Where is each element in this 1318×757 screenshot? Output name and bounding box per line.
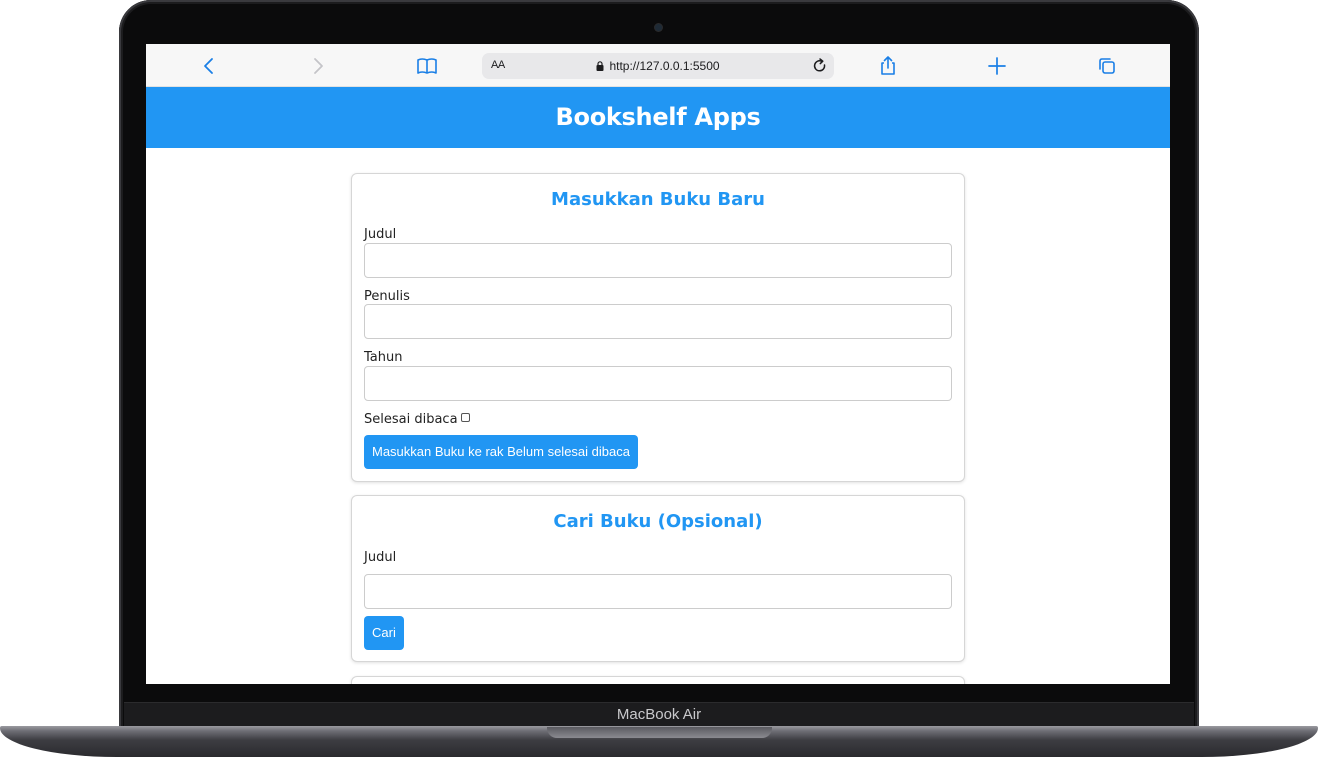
author-label: Penulis bbox=[364, 289, 410, 304]
address-bar[interactable]: AA http://127.0.0.1:5500 bbox=[482, 53, 834, 79]
device-label: MacBook Air bbox=[616, 706, 702, 723]
bookmarks-icon[interactable] bbox=[415, 54, 439, 78]
add-book-heading: Masukkan Buku Baru bbox=[551, 189, 765, 210]
complete-label: Selesai dibaca bbox=[364, 412, 458, 427]
year-label: Tahun bbox=[364, 350, 403, 365]
share-icon[interactable] bbox=[876, 54, 900, 78]
search-heading: Cari Buku (Opsional) bbox=[553, 511, 763, 532]
app-header: Bookshelf Apps bbox=[146, 87, 1170, 148]
add-book-button[interactable]: Masukkan Buku ke rak Belum selesai dibac… bbox=[364, 435, 638, 469]
url-text: http://127.0.0.1:5500 bbox=[609, 59, 720, 73]
app-title: Bookshelf Apps bbox=[555, 103, 761, 131]
tabs-overview-icon[interactable] bbox=[1095, 54, 1119, 78]
book-year-input[interactable] bbox=[364, 366, 952, 401]
forward-icon[interactable] bbox=[306, 54, 330, 78]
complete-checkbox[interactable] bbox=[460, 413, 470, 422]
complete-checkbox-row[interactable]: Selesai dibaca bbox=[364, 412, 470, 427]
browser-toolbar: AA http://127.0.0.1:5500 bbox=[146, 44, 1170, 87]
browser-screen: AA http://127.0.0.1:5500 Bookshelf Apps … bbox=[146, 44, 1170, 684]
search-button[interactable]: Cari bbox=[364, 616, 404, 650]
search-book-section: Cari Buku (Opsional) Judul Cari bbox=[351, 495, 965, 662]
reload-icon[interactable] bbox=[810, 56, 830, 76]
back-icon[interactable] bbox=[197, 54, 221, 78]
bookshelf-section-partial bbox=[351, 676, 965, 684]
book-author-input[interactable] bbox=[364, 304, 952, 339]
book-title-input[interactable] bbox=[364, 243, 952, 278]
add-book-section: Masukkan Buku Baru Judul Penulis Tahun S… bbox=[351, 173, 965, 482]
new-tab-icon[interactable] bbox=[985, 54, 1009, 78]
search-title-input[interactable] bbox=[364, 574, 952, 609]
laptop-hinge-notch bbox=[547, 727, 772, 738]
lock-icon bbox=[596, 61, 604, 71]
title-label: Judul bbox=[364, 227, 397, 242]
search-title-label: Judul bbox=[364, 550, 397, 565]
webcam bbox=[655, 24, 662, 31]
